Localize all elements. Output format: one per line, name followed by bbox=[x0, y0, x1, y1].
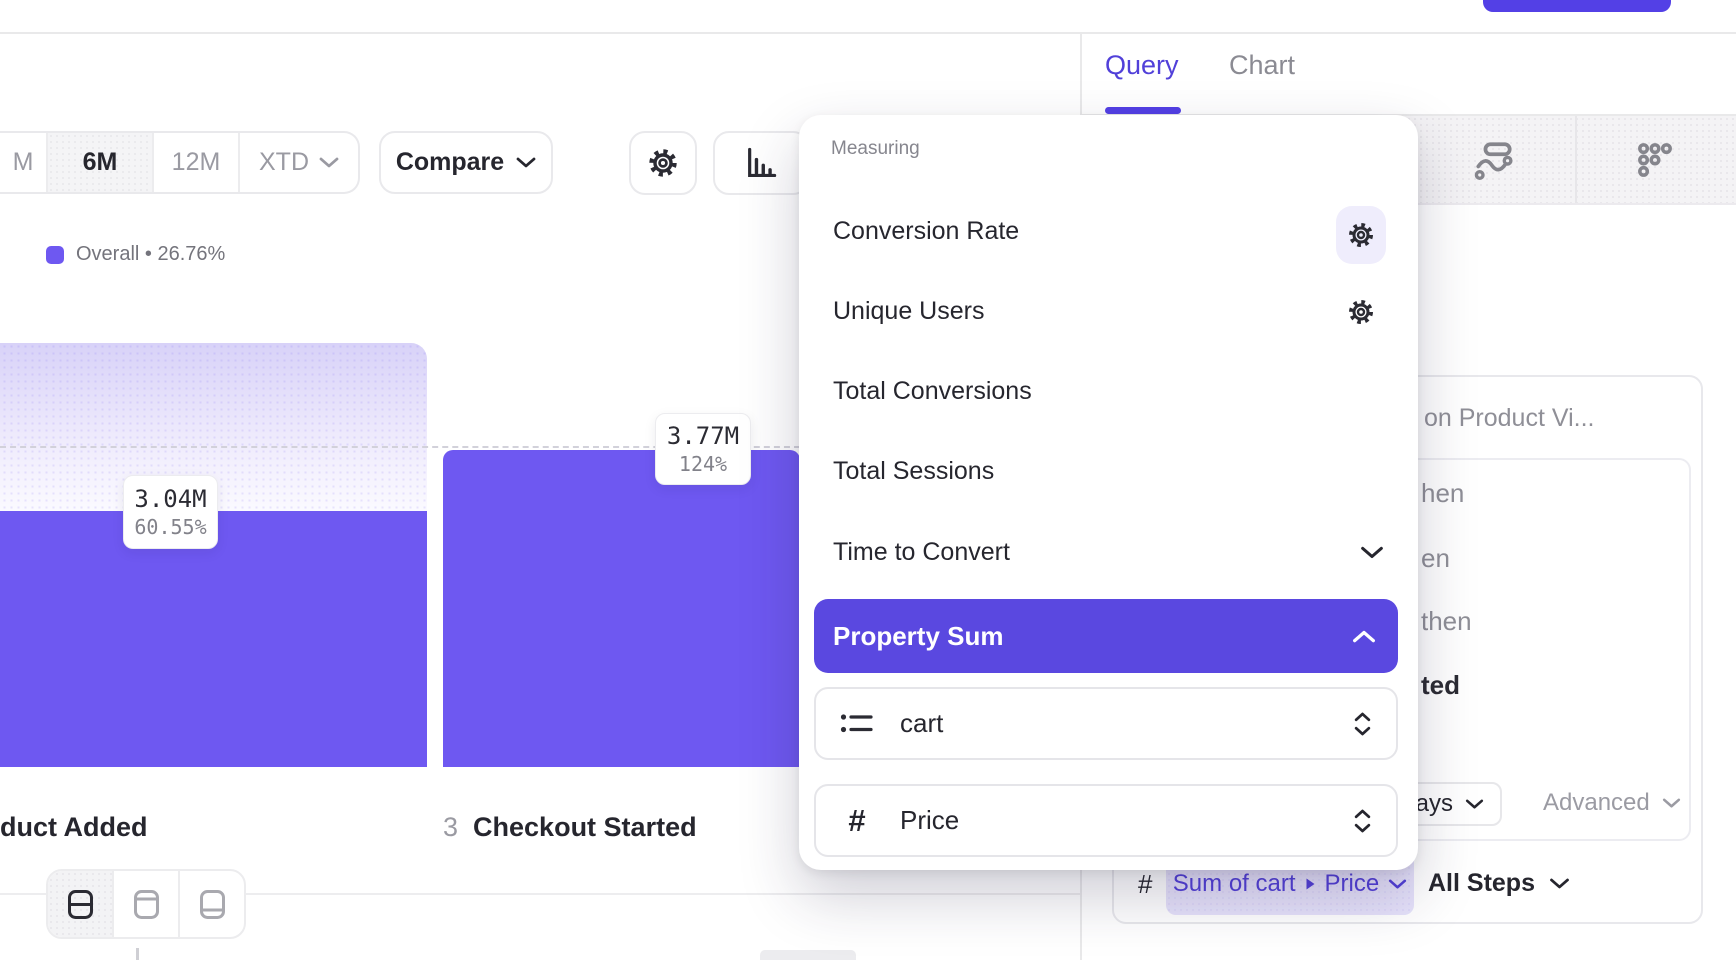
active-tab-underline bbox=[1105, 107, 1181, 114]
step-number: 3 bbox=[443, 812, 458, 843]
sort-updown-icon bbox=[1353, 808, 1372, 834]
value-label-product-added: 3.04M 60.55% bbox=[123, 475, 218, 549]
bottom-edge-element bbox=[760, 950, 856, 960]
chip-property-label: Price bbox=[1325, 870, 1380, 898]
legend-label: Overall • 26.76% bbox=[76, 243, 225, 266]
time-to-convert-expander[interactable] bbox=[1360, 546, 1384, 560]
step-name: Checkout Started bbox=[473, 812, 697, 843]
number-property-icon: # bbox=[840, 803, 874, 839]
primary-action-button[interactable] bbox=[1483, 0, 1671, 12]
range-6m-button[interactable]: 6M bbox=[46, 133, 152, 192]
advanced-dropdown[interactable]: Advanced bbox=[1543, 789, 1681, 817]
chevron-down-icon bbox=[1549, 878, 1570, 890]
chip-label: Sum of cart bbox=[1173, 870, 1296, 898]
property-field-value: Price bbox=[900, 805, 1353, 836]
property-field-select[interactable]: # Price bbox=[814, 784, 1398, 857]
chart-layout-toggle bbox=[46, 869, 246, 939]
step-label-product-added: duct Added bbox=[0, 812, 148, 843]
sort-updown-icon bbox=[1353, 711, 1372, 737]
chevron-down-icon bbox=[1465, 799, 1484, 810]
compare-button[interactable]: Compare bbox=[379, 131, 553, 194]
selected-item-label: Property Sum bbox=[833, 621, 1004, 652]
layout-top-panel-button[interactable] bbox=[112, 871, 178, 937]
value-text: 3.77M bbox=[667, 422, 739, 450]
value-text: 3.04M bbox=[134, 485, 206, 513]
menu-item-total-conversions[interactable]: Total Conversions bbox=[833, 377, 1032, 406]
gear-icon bbox=[647, 147, 679, 179]
funnel-step-row-fragment: hen bbox=[1421, 478, 1464, 509]
chart-type-button[interactable] bbox=[713, 131, 809, 195]
date-range-segmented-control: M 6M 12M XTD bbox=[0, 131, 360, 194]
menu-item-property-sum-selected[interactable]: Property Sum bbox=[814, 599, 1398, 673]
range-3m-button[interactable]: M bbox=[0, 133, 46, 192]
tab-query[interactable]: Query bbox=[1105, 50, 1179, 81]
unique-users-settings-button[interactable] bbox=[1347, 298, 1375, 326]
legend-swatch bbox=[46, 246, 64, 264]
chevron-down-icon bbox=[1662, 798, 1681, 809]
chevron-up-icon bbox=[1352, 629, 1376, 643]
menu-item-time-to-convert[interactable]: Time to Convert bbox=[833, 538, 1010, 567]
tab-chart[interactable]: Chart bbox=[1229, 50, 1295, 81]
split-rows-icon bbox=[67, 889, 94, 920]
conversion-rate-settings-button[interactable] bbox=[1336, 206, 1386, 264]
steps-scope-label: All Steps bbox=[1428, 869, 1535, 898]
menu-item-unique-users[interactable]: Unique Users bbox=[833, 297, 984, 326]
chevron-down-icon bbox=[516, 157, 536, 169]
chevron-down-icon bbox=[1360, 546, 1384, 560]
gear-icon bbox=[1347, 221, 1375, 249]
funnel-step-row-fragment: ted bbox=[1421, 670, 1460, 701]
funnel-step-row-fragment: then bbox=[1421, 606, 1472, 637]
step-label-checkout-started: 3 Checkout Started bbox=[443, 812, 697, 843]
bottom-edge-tick bbox=[136, 948, 139, 960]
metrics-view-button[interactable] bbox=[1629, 134, 1681, 186]
funnel-bar-checkout-started[interactable] bbox=[443, 450, 800, 767]
triangle-right-icon bbox=[1305, 877, 1316, 891]
funnel-step-row-fragment: en bbox=[1421, 543, 1450, 574]
header-divider bbox=[0, 32, 1736, 34]
list-icon bbox=[840, 710, 874, 737]
strip-divider bbox=[1575, 116, 1577, 203]
compare-label: Compare bbox=[396, 148, 504, 177]
top-panel-icon bbox=[133, 889, 160, 920]
layout-split-rows-button[interactable] bbox=[48, 871, 112, 937]
chart-settings-button[interactable] bbox=[629, 131, 697, 195]
steps-scope-dropdown[interactable]: All Steps bbox=[1428, 869, 1570, 898]
chevron-down-icon bbox=[1388, 879, 1407, 890]
measuring-title: Measuring bbox=[831, 138, 920, 160]
conversion-text: 124% bbox=[679, 452, 727, 476]
range-12m-button[interactable]: 12M bbox=[152, 133, 238, 192]
funnel-bar-product-added[interactable] bbox=[0, 511, 427, 767]
property-group-select[interactable]: cart bbox=[814, 687, 1398, 760]
flows-icon bbox=[1474, 140, 1514, 180]
value-label-checkout-started: 3.77M 124% bbox=[655, 413, 751, 485]
gear-icon bbox=[1347, 298, 1375, 326]
chevron-down-icon bbox=[319, 157, 339, 169]
range-xtd-button[interactable]: XTD bbox=[238, 133, 358, 192]
menu-item-conversion-rate[interactable]: Conversion Rate bbox=[833, 217, 1019, 246]
query-card-title: on Product Vi... bbox=[1424, 404, 1594, 433]
flows-view-button[interactable] bbox=[1468, 134, 1520, 186]
hash-icon: # bbox=[1138, 869, 1152, 900]
chart-legend: Overall • 26.76% bbox=[46, 243, 225, 266]
range-xtd-label: XTD bbox=[259, 148, 309, 177]
app-window: M 6M 12M XTD Compare Overall • 26.76% bbox=[0, 0, 1736, 960]
conversion-text: 60.55% bbox=[134, 515, 206, 539]
bar-chart-icon bbox=[744, 146, 778, 180]
bottom-panel-icon bbox=[199, 889, 226, 920]
property-group-value: cart bbox=[900, 708, 1353, 739]
advanced-label: Advanced bbox=[1543, 789, 1650, 817]
layout-bottom-panel-button[interactable] bbox=[178, 871, 244, 937]
menu-item-total-sessions[interactable]: Total Sessions bbox=[833, 457, 994, 486]
dots-grid-icon bbox=[1635, 140, 1675, 180]
